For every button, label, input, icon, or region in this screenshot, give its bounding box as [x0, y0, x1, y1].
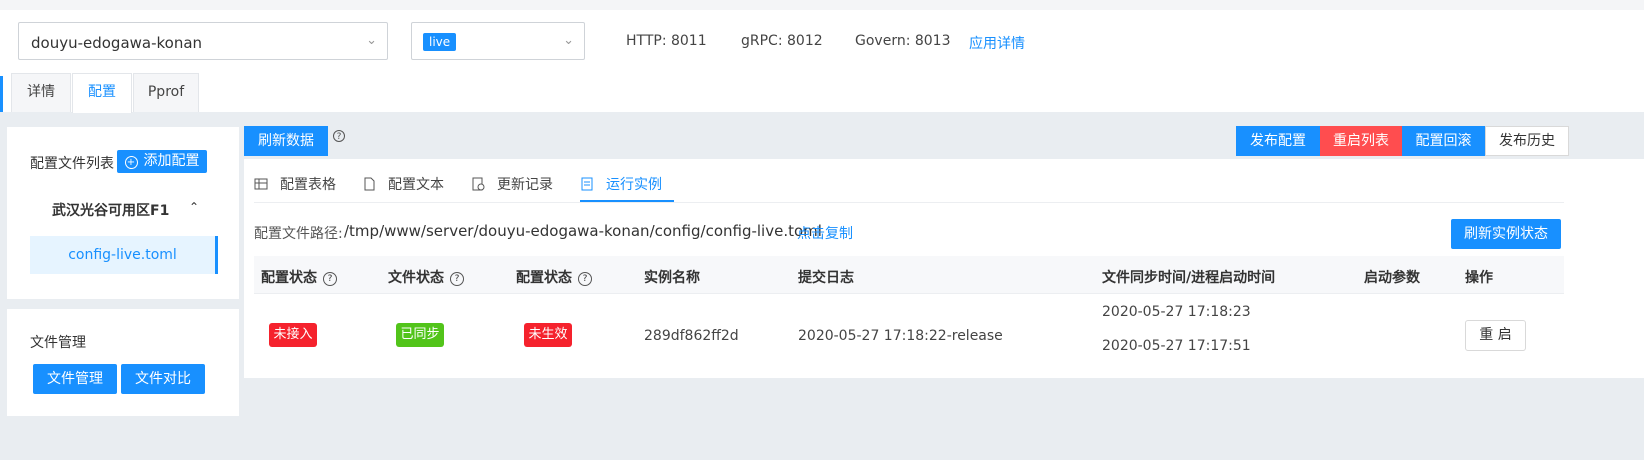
- tab-config[interactable]: 配置: [72, 73, 132, 113]
- path-value: /tmp/www/server/douyu-edogawa-konan/conf…: [344, 222, 822, 240]
- tab-details[interactable]: 详情: [11, 73, 71, 112]
- commit-log: 2020-05-27 17:18:22-release: [798, 328, 1003, 344]
- col-file-status: 文件状态?: [388, 267, 464, 287]
- subtab-divider: [254, 202, 1564, 203]
- publish-history-button[interactable]: 发布历史: [1485, 126, 1569, 156]
- status-badge: 未生效: [524, 323, 572, 347]
- col-action: 操作: [1465, 270, 1493, 286]
- config-file-item[interactable]: config-live.toml: [30, 236, 218, 274]
- file-compare-button[interactable]: 文件对比: [121, 364, 205, 394]
- chevron-up-icon[interactable]: ⌃: [189, 200, 199, 214]
- chevron-down-icon: ⌄: [366, 33, 377, 48]
- help-icon[interactable]: ?: [323, 272, 337, 286]
- col-config-status: 配置状态?: [261, 267, 337, 287]
- plus-circle-icon: +: [124, 156, 138, 169]
- zone-name[interactable]: 武汉光谷可用区F1: [52, 200, 169, 220]
- refresh-data-button[interactable]: 刷新数据: [244, 126, 328, 156]
- subtab-config-text[interactable]: 配置文本: [362, 174, 444, 194]
- subtab-config-table-label: 配置表格: [280, 177, 336, 193]
- col-start-params: 启动参数: [1364, 270, 1420, 286]
- app-select[interactable]: douyu-edogawa-konan ⌄: [18, 22, 388, 60]
- subtab-running-instance-label: 运行实例: [606, 177, 662, 193]
- app-detail-link[interactable]: 应用详情: [969, 33, 1025, 53]
- file-mgmt-label: 文件管理: [30, 335, 86, 351]
- file-management-panel: [7, 309, 239, 416]
- env-select[interactable]: live ⌄: [411, 22, 585, 60]
- add-config-label: 添加配置: [143, 153, 200, 169]
- status-badge: 未接入: [269, 323, 317, 347]
- col-instance-name: 实例名称: [644, 270, 700, 286]
- restart-instance-button[interactable]: 重 启: [1465, 320, 1526, 351]
- http-port: HTTP: 8011: [626, 33, 707, 49]
- copy-path-link[interactable]: 点击复制: [797, 223, 853, 243]
- status-badge: 已同步: [396, 323, 444, 347]
- file-management-button[interactable]: 文件管理: [33, 364, 117, 394]
- govern-port: Govern: 8013: [855, 33, 951, 49]
- help-icon[interactable]: ?: [578, 272, 592, 286]
- config-list-label: 配置文件列表: [30, 156, 114, 172]
- subtab-update-record[interactable]: 更新记录: [471, 174, 553, 194]
- subtab-config-text-label: 配置文本: [388, 177, 444, 193]
- accent-stripe: [0, 76, 3, 112]
- help-icon[interactable]: ?: [333, 130, 345, 142]
- refresh-instance-status-button[interactable]: 刷新实例状态: [1451, 219, 1561, 249]
- subtab-running-instance[interactable]: 运行实例: [580, 174, 662, 194]
- publish-config-button[interactable]: 发布配置: [1236, 126, 1320, 156]
- app-select-value: douyu-edogawa-konan: [31, 34, 203, 52]
- file-icon: [362, 177, 376, 191]
- instance-name: 289df862ff2d: [644, 328, 739, 344]
- env-tag: live: [423, 33, 457, 51]
- add-config-button[interactable]: + 添加配置: [117, 150, 207, 173]
- restart-list-button[interactable]: 重启列表: [1320, 126, 1402, 156]
- start-time: 2020-05-27 17:17:51: [1102, 338, 1251, 354]
- subtab-update-record-label: 更新记录: [497, 177, 553, 193]
- col-commit-log: 提交日志: [798, 270, 854, 286]
- tab-pprof[interactable]: Pprof: [133, 73, 199, 112]
- subtab-config-table[interactable]: 配置表格: [254, 174, 336, 194]
- instance-icon: [580, 177, 594, 191]
- col-config-status-2: 配置状态?: [516, 267, 592, 287]
- help-icon[interactable]: ?: [450, 272, 464, 286]
- col-sync-time: 文件同步时间/进程启动时间: [1102, 270, 1276, 286]
- config-rollback-button[interactable]: 配置回滚: [1402, 126, 1485, 156]
- chevron-down-icon: ⌄: [563, 33, 574, 48]
- sync-time: 2020-05-27 17:18:23: [1102, 304, 1251, 320]
- history-icon: [471, 177, 485, 191]
- path-label: 配置文件路径:: [254, 226, 343, 242]
- grpc-port: gRPC: 8012: [741, 33, 823, 49]
- table-icon: [254, 177, 268, 191]
